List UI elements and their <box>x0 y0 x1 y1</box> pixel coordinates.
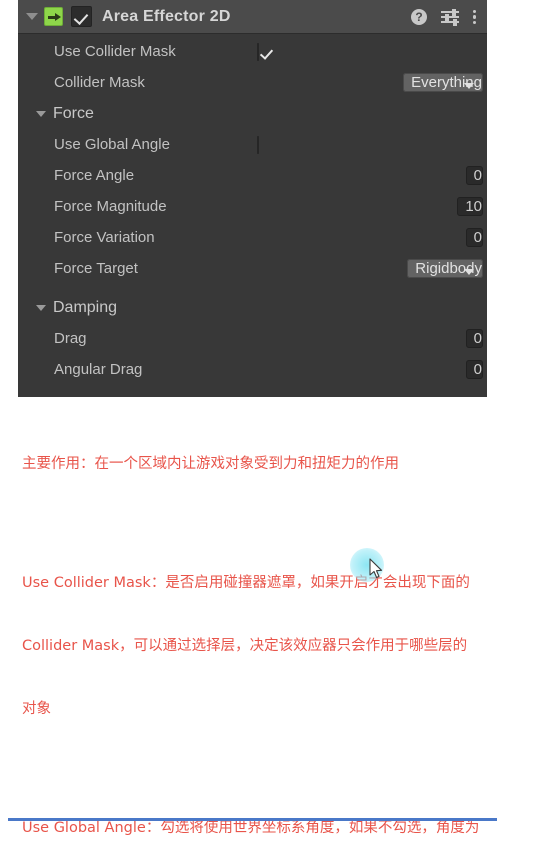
triangle-down-icon[interactable] <box>36 304 46 311</box>
row-force-target[interactable]: Force Target Rigidbody <box>18 253 487 284</box>
help-icon[interactable]: ? <box>411 9 427 25</box>
row-force-angle[interactable]: Force Angle 0 <box>18 160 487 191</box>
input-force-variation[interactable]: 0 <box>465 227 483 247</box>
chevron-down-icon <box>464 82 474 89</box>
row-use-collider-mask[interactable]: Use Collider Mask <box>18 36 487 67</box>
unity-inspector-panel: Area Effector 2D ? Use Collider Mask Col… <box>18 0 487 397</box>
input-angular-drag[interactable]: 0 <box>465 359 483 379</box>
label-force-magnitude: Force Magnitude <box>54 198 167 215</box>
group-label-damping: Damping <box>53 298 118 316</box>
note-line: Use Global Angle：勾选将使用世界坐标系角度，如果不勾选，角度为 <box>22 820 480 836</box>
note-line: 主要作用：在一个区域内让游戏对象受到力和扭矩力的作用 <box>22 456 399 472</box>
triangle-down-icon[interactable] <box>26 13 38 20</box>
component-title: Area Effector 2D <box>102 7 231 25</box>
mouse-pointer-icon <box>369 558 383 579</box>
row-force-variation[interactable]: Force Variation 0 <box>18 222 487 253</box>
note-line: 对象 <box>22 701 51 717</box>
row-drag[interactable]: Drag 0 <box>18 323 487 354</box>
label-angular-drag: Angular Drag <box>54 361 143 378</box>
dropdown-force-target[interactable]: Rigidbody <box>407 258 483 278</box>
label-use-collider-mask: Use Collider Mask <box>54 43 176 60</box>
annotation-notes: 主要作用：在一个区域内让游戏对象受到力和扭矩力的作用 Use Collider … <box>22 412 522 841</box>
component-header[interactable]: Area Effector 2D ? <box>18 0 487 34</box>
label-use-global-angle: Use Global Angle <box>54 136 170 153</box>
group-header-force[interactable]: Force <box>18 98 487 129</box>
row-use-global-angle[interactable]: Use Global Angle <box>18 129 487 160</box>
label-drag: Drag <box>54 330 87 347</box>
checkbox-use-collider-mask[interactable] <box>257 42 259 61</box>
label-force-target: Force Target <box>54 260 138 277</box>
label-force-angle: Force Angle <box>54 167 135 184</box>
row-force-magnitude[interactable]: Force Magnitude 10 <box>18 191 487 222</box>
label-collider-mask: Collider Mask <box>54 74 145 91</box>
input-drag[interactable]: 0 <box>465 328 483 348</box>
component-enabled-checkbox[interactable] <box>71 6 92 27</box>
bottom-divider <box>8 818 497 821</box>
note-line: Collider Mask，可以通过选择层，决定该效应器只会作用于哪些层的 <box>22 638 468 654</box>
header-icon-group: ? <box>411 0 477 34</box>
three-dot-menu-icon[interactable] <box>473 9 477 25</box>
label-force-variation: Force Variation <box>54 229 155 246</box>
group-header-damping[interactable]: Damping <box>18 292 487 323</box>
row-angular-drag[interactable]: Angular Drag 0 <box>18 354 487 385</box>
screen-root: Area Effector 2D ? Use Collider Mask Col… <box>0 0 543 841</box>
input-force-angle[interactable]: 0 <box>465 165 483 185</box>
area-effector-2d-icon <box>44 7 63 26</box>
preset-sliders-icon[interactable] <box>441 8 459 26</box>
input-force-magnitude[interactable]: 10 <box>457 196 483 216</box>
group-label-force: Force <box>53 104 94 122</box>
chevron-down-icon <box>464 268 474 275</box>
note-line: Use Collider Mask：是否启用碰撞器遮罩，如果开启才会出现下面的 <box>22 575 470 591</box>
row-collider-mask[interactable]: Collider Mask Everything <box>18 67 487 98</box>
checkbox-use-global-angle[interactable] <box>257 135 259 154</box>
triangle-down-icon[interactable] <box>36 110 46 117</box>
dropdown-collider-mask[interactable]: Everything <box>403 72 483 92</box>
inspector-body: Use Collider Mask Collider Mask Everythi… <box>18 34 487 385</box>
